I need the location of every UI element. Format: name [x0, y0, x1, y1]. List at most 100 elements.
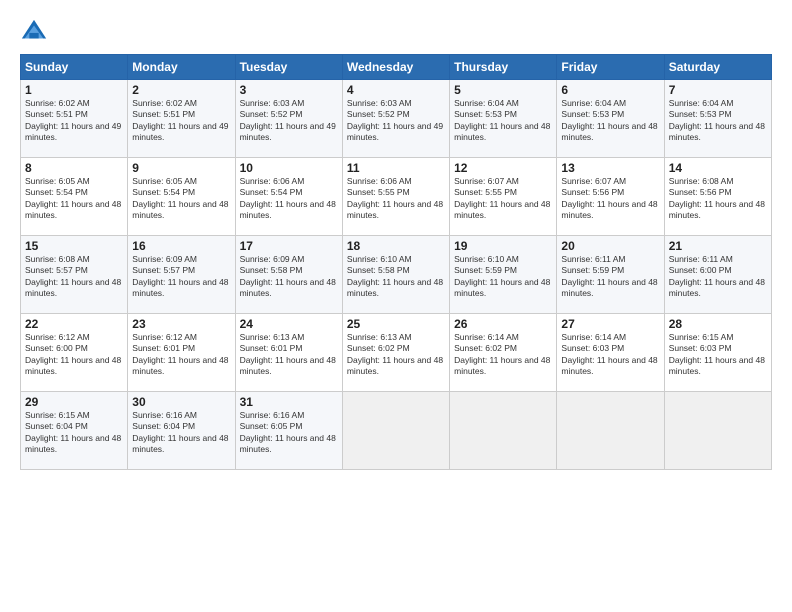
calendar-cell: 11 Sunrise: 6:06 AMSunset: 5:55 PMDaylig… [342, 158, 449, 236]
day-number: 22 [25, 317, 123, 331]
calendar-cell: 3 Sunrise: 6:03 AMSunset: 5:52 PMDayligh… [235, 80, 342, 158]
calendar-week-2: 8 Sunrise: 6:05 AMSunset: 5:54 PMDayligh… [21, 158, 772, 236]
calendar-cell: 25 Sunrise: 6:13 AMSunset: 6:02 PMDaylig… [342, 314, 449, 392]
calendar-cell: 30 Sunrise: 6:16 AMSunset: 6:04 PMDaylig… [128, 392, 235, 470]
day-number: 3 [240, 83, 338, 97]
day-info: Sunrise: 6:13 AMSunset: 6:02 PMDaylight:… [347, 332, 443, 376]
weekday-header-friday: Friday [557, 55, 664, 80]
calendar-cell: 7 Sunrise: 6:04 AMSunset: 5:53 PMDayligh… [664, 80, 771, 158]
day-info: Sunrise: 6:14 AMSunset: 6:02 PMDaylight:… [454, 332, 550, 376]
day-number: 21 [669, 239, 767, 253]
calendar-cell: 26 Sunrise: 6:14 AMSunset: 6:02 PMDaylig… [450, 314, 557, 392]
calendar-cell: 21 Sunrise: 6:11 AMSunset: 6:00 PMDaylig… [664, 236, 771, 314]
calendar-cell [664, 392, 771, 470]
day-info: Sunrise: 6:09 AMSunset: 5:58 PMDaylight:… [240, 254, 336, 298]
day-number: 7 [669, 83, 767, 97]
day-number: 6 [561, 83, 659, 97]
weekday-header-sunday: Sunday [21, 55, 128, 80]
day-info: Sunrise: 6:02 AMSunset: 5:51 PMDaylight:… [132, 98, 228, 142]
calendar-cell: 22 Sunrise: 6:12 AMSunset: 6:00 PMDaylig… [21, 314, 128, 392]
calendar-week-1: 1 Sunrise: 6:02 AMSunset: 5:51 PMDayligh… [21, 80, 772, 158]
calendar-cell: 18 Sunrise: 6:10 AMSunset: 5:58 PMDaylig… [342, 236, 449, 314]
day-info: Sunrise: 6:04 AMSunset: 5:53 PMDaylight:… [454, 98, 550, 142]
calendar-cell: 5 Sunrise: 6:04 AMSunset: 5:53 PMDayligh… [450, 80, 557, 158]
day-info: Sunrise: 6:11 AMSunset: 5:59 PMDaylight:… [561, 254, 657, 298]
day-number: 16 [132, 239, 230, 253]
day-number: 18 [347, 239, 445, 253]
logo [20, 18, 52, 46]
day-number: 11 [347, 161, 445, 175]
day-info: Sunrise: 6:14 AMSunset: 6:03 PMDaylight:… [561, 332, 657, 376]
calendar-page: SundayMondayTuesdayWednesdayThursdayFrid… [0, 0, 792, 612]
logo-icon [20, 18, 48, 46]
day-info: Sunrise: 6:05 AMSunset: 5:54 PMDaylight:… [132, 176, 228, 220]
day-number: 31 [240, 395, 338, 409]
day-number: 28 [669, 317, 767, 331]
calendar-cell: 29 Sunrise: 6:15 AMSunset: 6:04 PMDaylig… [21, 392, 128, 470]
calendar-cell: 1 Sunrise: 6:02 AMSunset: 5:51 PMDayligh… [21, 80, 128, 158]
calendar-cell: 8 Sunrise: 6:05 AMSunset: 5:54 PMDayligh… [21, 158, 128, 236]
calendar-cell: 19 Sunrise: 6:10 AMSunset: 5:59 PMDaylig… [450, 236, 557, 314]
day-info: Sunrise: 6:05 AMSunset: 5:54 PMDaylight:… [25, 176, 121, 220]
day-number: 1 [25, 83, 123, 97]
day-info: Sunrise: 6:06 AMSunset: 5:54 PMDaylight:… [240, 176, 336, 220]
calendar-cell: 10 Sunrise: 6:06 AMSunset: 5:54 PMDaylig… [235, 158, 342, 236]
day-info: Sunrise: 6:13 AMSunset: 6:01 PMDaylight:… [240, 332, 336, 376]
day-info: Sunrise: 6:15 AMSunset: 6:03 PMDaylight:… [669, 332, 765, 376]
day-info: Sunrise: 6:16 AMSunset: 6:05 PMDaylight:… [240, 410, 336, 454]
day-info: Sunrise: 6:10 AMSunset: 5:58 PMDaylight:… [347, 254, 443, 298]
day-number: 12 [454, 161, 552, 175]
day-number: 5 [454, 83, 552, 97]
calendar-cell: 14 Sunrise: 6:08 AMSunset: 5:56 PMDaylig… [664, 158, 771, 236]
calendar-cell: 27 Sunrise: 6:14 AMSunset: 6:03 PMDaylig… [557, 314, 664, 392]
calendar-cell: 16 Sunrise: 6:09 AMSunset: 5:57 PMDaylig… [128, 236, 235, 314]
weekday-header-tuesday: Tuesday [235, 55, 342, 80]
day-info: Sunrise: 6:16 AMSunset: 6:04 PMDaylight:… [132, 410, 228, 454]
calendar-cell [450, 392, 557, 470]
calendar-cell: 9 Sunrise: 6:05 AMSunset: 5:54 PMDayligh… [128, 158, 235, 236]
day-number: 29 [25, 395, 123, 409]
day-info: Sunrise: 6:03 AMSunset: 5:52 PMDaylight:… [347, 98, 443, 142]
day-info: Sunrise: 6:15 AMSunset: 6:04 PMDaylight:… [25, 410, 121, 454]
weekday-header-monday: Monday [128, 55, 235, 80]
calendar-cell: 31 Sunrise: 6:16 AMSunset: 6:05 PMDaylig… [235, 392, 342, 470]
day-number: 9 [132, 161, 230, 175]
calendar-cell: 15 Sunrise: 6:08 AMSunset: 5:57 PMDaylig… [21, 236, 128, 314]
page-header [20, 18, 772, 46]
day-number: 10 [240, 161, 338, 175]
day-info: Sunrise: 6:02 AMSunset: 5:51 PMDaylight:… [25, 98, 121, 142]
day-number: 4 [347, 83, 445, 97]
calendar-cell: 24 Sunrise: 6:13 AMSunset: 6:01 PMDaylig… [235, 314, 342, 392]
calendar-cell: 13 Sunrise: 6:07 AMSunset: 5:56 PMDaylig… [557, 158, 664, 236]
calendar-week-3: 15 Sunrise: 6:08 AMSunset: 5:57 PMDaylig… [21, 236, 772, 314]
day-number: 23 [132, 317, 230, 331]
calendar-cell: 12 Sunrise: 6:07 AMSunset: 5:55 PMDaylig… [450, 158, 557, 236]
day-number: 19 [454, 239, 552, 253]
calendar-cell: 20 Sunrise: 6:11 AMSunset: 5:59 PMDaylig… [557, 236, 664, 314]
calendar-cell [557, 392, 664, 470]
day-info: Sunrise: 6:03 AMSunset: 5:52 PMDaylight:… [240, 98, 336, 142]
day-number: 13 [561, 161, 659, 175]
day-info: Sunrise: 6:07 AMSunset: 5:55 PMDaylight:… [454, 176, 550, 220]
day-info: Sunrise: 6:04 AMSunset: 5:53 PMDaylight:… [561, 98, 657, 142]
day-number: 27 [561, 317, 659, 331]
weekday-header-row: SundayMondayTuesdayWednesdayThursdayFrid… [21, 55, 772, 80]
day-info: Sunrise: 6:07 AMSunset: 5:56 PMDaylight:… [561, 176, 657, 220]
day-info: Sunrise: 6:04 AMSunset: 5:53 PMDaylight:… [669, 98, 765, 142]
calendar-cell: 17 Sunrise: 6:09 AMSunset: 5:58 PMDaylig… [235, 236, 342, 314]
day-info: Sunrise: 6:11 AMSunset: 6:00 PMDaylight:… [669, 254, 765, 298]
calendar-cell: 28 Sunrise: 6:15 AMSunset: 6:03 PMDaylig… [664, 314, 771, 392]
day-number: 17 [240, 239, 338, 253]
day-number: 30 [132, 395, 230, 409]
day-info: Sunrise: 6:12 AMSunset: 6:01 PMDaylight:… [132, 332, 228, 376]
day-number: 15 [25, 239, 123, 253]
calendar-cell: 23 Sunrise: 6:12 AMSunset: 6:01 PMDaylig… [128, 314, 235, 392]
day-number: 24 [240, 317, 338, 331]
calendar-cell: 6 Sunrise: 6:04 AMSunset: 5:53 PMDayligh… [557, 80, 664, 158]
day-number: 20 [561, 239, 659, 253]
calendar-week-5: 29 Sunrise: 6:15 AMSunset: 6:04 PMDaylig… [21, 392, 772, 470]
calendar-table: SundayMondayTuesdayWednesdayThursdayFrid… [20, 54, 772, 470]
day-number: 25 [347, 317, 445, 331]
day-info: Sunrise: 6:08 AMSunset: 5:56 PMDaylight:… [669, 176, 765, 220]
calendar-week-4: 22 Sunrise: 6:12 AMSunset: 6:00 PMDaylig… [21, 314, 772, 392]
